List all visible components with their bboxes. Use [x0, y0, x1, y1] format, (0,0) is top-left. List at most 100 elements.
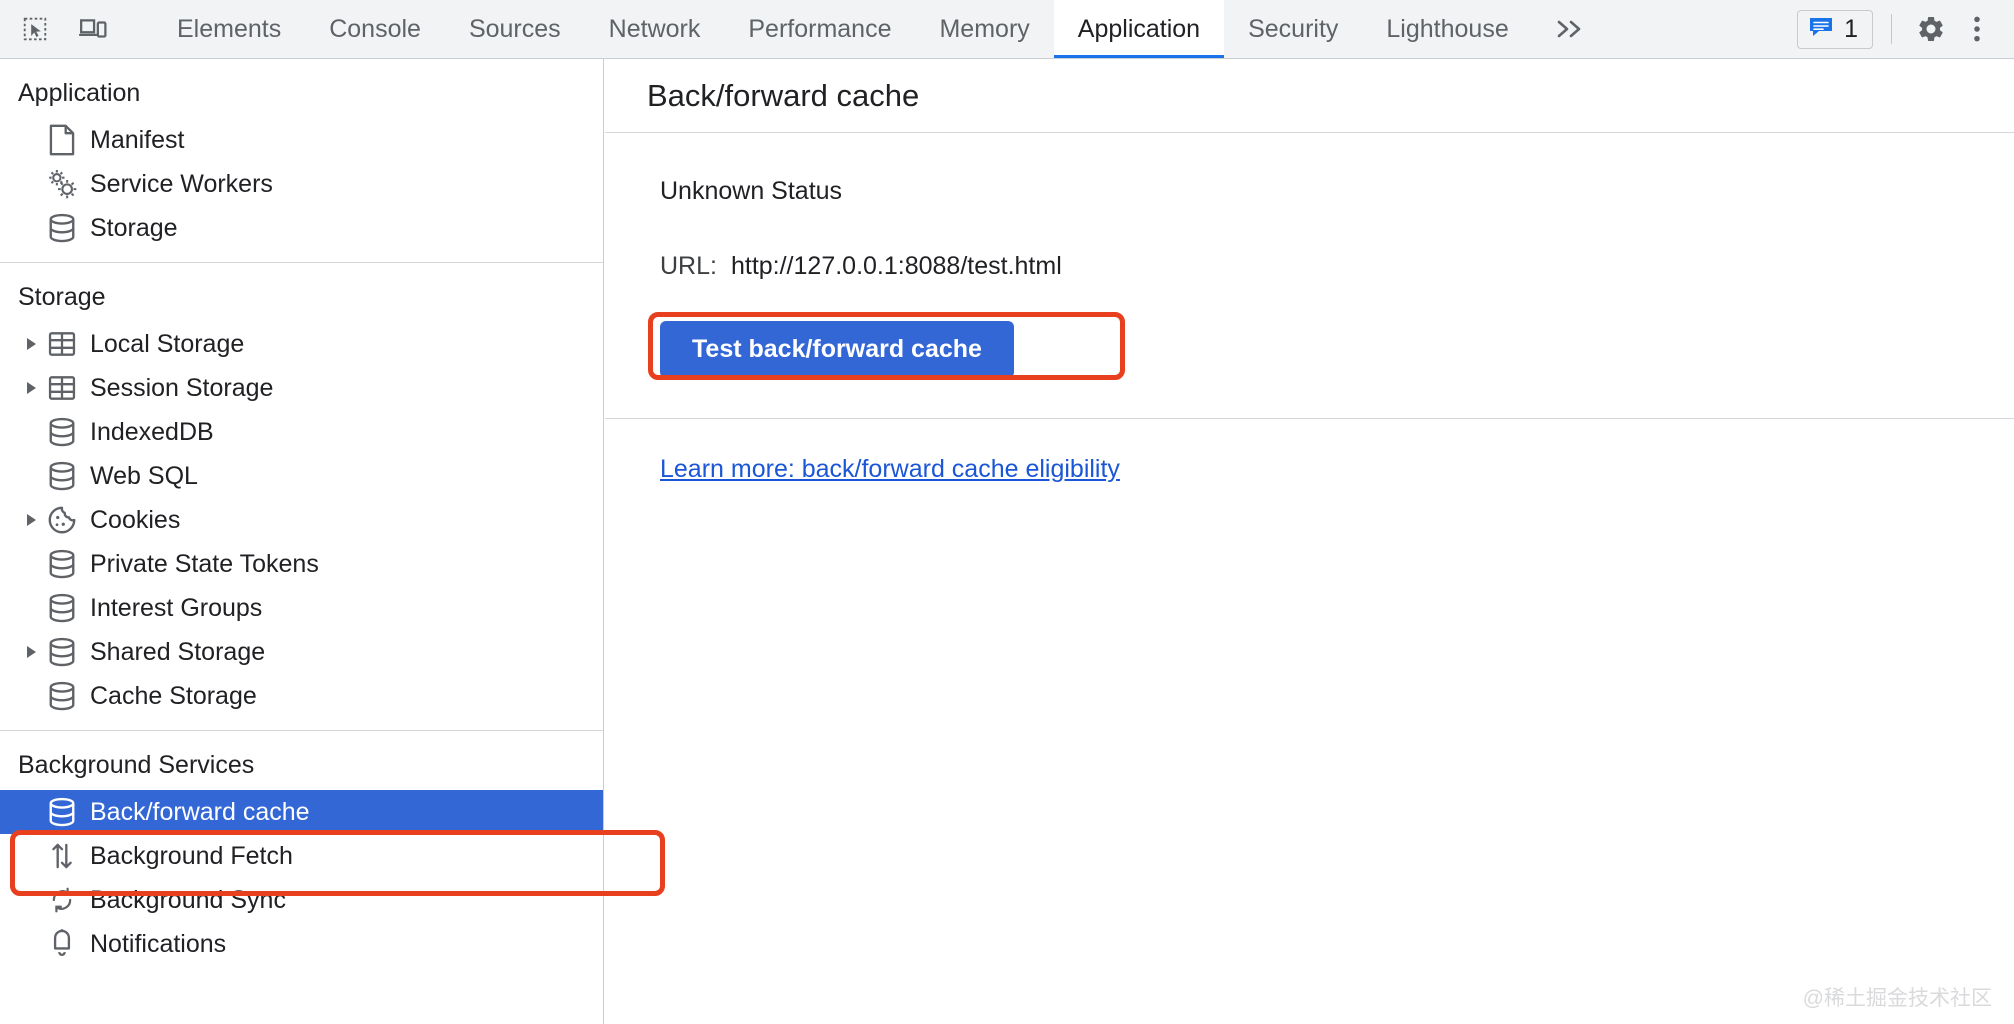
- panel-tab-bar: Elements Console Sources Network Perform…: [153, 0, 1611, 58]
- sidebar-group-application: Application Manifest Service Workers Sto…: [0, 59, 603, 263]
- sidebar-item-manifest[interactable]: Manifest: [0, 118, 603, 162]
- tab-elements[interactable]: Elements: [153, 0, 305, 58]
- device-toolbar-icon[interactable]: [72, 8, 114, 50]
- sidebar-item-back-forward-cache[interactable]: Back/forward cache: [0, 790, 603, 834]
- inspect-element-icon[interactable]: [14, 8, 56, 50]
- expand-arrow-icon[interactable]: [18, 382, 44, 394]
- table-icon: [44, 374, 80, 402]
- sidebar-item-label: Notifications: [90, 929, 227, 958]
- panel-body: Unknown Status URL: http://127.0.0.1:808…: [605, 133, 2014, 484]
- page-title: Back/forward cache: [605, 59, 2014, 133]
- sidebar-item-label: Service Workers: [90, 169, 273, 198]
- cookie-icon: [44, 505, 80, 535]
- sidebar-item-label: Background Sync: [90, 885, 286, 914]
- tab-label: Network: [608, 14, 701, 43]
- sidebar-item-local-storage[interactable]: Local Storage: [0, 322, 603, 366]
- database-icon: [44, 797, 80, 827]
- expand-arrow-icon[interactable]: [18, 338, 44, 350]
- expand-arrow-icon[interactable]: [18, 514, 44, 526]
- sidebar-item-shared-storage[interactable]: Shared Storage: [0, 630, 603, 674]
- sidebar-item-label: Manifest: [90, 125, 185, 154]
- sidebar-item-session-storage[interactable]: Session Storage: [0, 366, 603, 410]
- tab-label: Application: [1077, 14, 1201, 43]
- sidebar-group-background-services: Background Services Back/forward cache B…: [0, 731, 603, 978]
- message-icon: [1808, 16, 1834, 43]
- sidebar-item-label: Shared Storage: [90, 637, 266, 666]
- devtools-window: Elements Console Sources Network Perform…: [0, 0, 2014, 1024]
- database-icon: [44, 213, 80, 243]
- sidebar-item-service-workers[interactable]: Service Workers: [0, 162, 603, 206]
- kebab-menu-icon[interactable]: [1956, 8, 1998, 50]
- sidebar-group-title: Storage: [18, 283, 106, 311]
- test-back-forward-cache-button[interactable]: Test back/forward cache: [660, 321, 1014, 378]
- tab-sources[interactable]: Sources: [445, 0, 585, 58]
- back-forward-cache-panel: Back/forward cache Unknown Status URL: h…: [605, 59, 2014, 1024]
- url-label: URL:: [660, 252, 717, 280]
- section-divider: [605, 418, 2014, 419]
- url-value: http://127.0.0.1:8088/test.html: [730, 252, 1062, 280]
- message-count: 1: [1844, 14, 1858, 43]
- tab-label: Lighthouse: [1386, 14, 1509, 43]
- sidebar-item-label: Cache Storage: [90, 681, 257, 710]
- gear-icon[interactable]: [1910, 8, 1952, 50]
- application-sidebar: Application Manifest Service Workers Sto…: [0, 59, 604, 1024]
- learn-more-link[interactable]: Learn more: back/forward cache eligibili…: [660, 455, 1120, 484]
- sidebar-item-background-sync[interactable]: Background Sync: [0, 878, 603, 922]
- sidebar-item-storage[interactable]: Storage: [0, 206, 603, 250]
- message-count-badge[interactable]: 1: [1797, 9, 1873, 49]
- toolbar-left-icons: [0, 0, 153, 58]
- tab-console[interactable]: Console: [305, 0, 445, 58]
- database-icon: [44, 681, 80, 711]
- database-icon: [44, 637, 80, 667]
- sidebar-item-notifications[interactable]: Notifications: [0, 922, 603, 966]
- tab-performance[interactable]: Performance: [724, 0, 915, 58]
- sidebar-item-label: Local Storage: [90, 329, 245, 358]
- test-button-row: Test back/forward cache: [660, 321, 2014, 378]
- tab-memory[interactable]: Memory: [915, 0, 1053, 58]
- tab-application[interactable]: Application: [1053, 0, 1225, 58]
- sidebar-item-label: Storage: [90, 213, 178, 242]
- bell-icon: [44, 928, 80, 960]
- tab-lighthouse[interactable]: Lighthouse: [1362, 0, 1532, 58]
- sidebar-item-indexeddb[interactable]: IndexedDB: [0, 410, 603, 454]
- toolbar-right-icons: 1: [1797, 0, 2014, 58]
- sidebar-group-storage: Storage Local Storage Session Storage In…: [0, 263, 603, 731]
- arrows-up-down-icon: [44, 840, 80, 872]
- database-icon: [44, 549, 80, 579]
- watermark: @稀土掘金技术社区: [1802, 987, 1992, 1010]
- sidebar-item-web-sql[interactable]: Web SQL: [0, 454, 603, 498]
- url-row: URL: http://127.0.0.1:8088/test.html: [660, 252, 2014, 281]
- database-icon: [44, 461, 80, 491]
- tab-label: Memory: [939, 14, 1030, 43]
- tab-label: Security: [1248, 14, 1339, 43]
- sidebar-item-background-fetch[interactable]: Background Fetch: [0, 834, 603, 878]
- sidebar-item-private-state-tokens[interactable]: Private State Tokens: [0, 542, 603, 586]
- status-text: Unknown Status: [660, 177, 843, 205]
- sidebar-group-title: Background Services: [18, 751, 255, 779]
- gears-icon: [44, 168, 80, 200]
- sidebar-item-cookies[interactable]: Cookies: [0, 498, 603, 542]
- tab-security[interactable]: Security: [1224, 0, 1362, 58]
- sidebar-item-label: IndexedDB: [90, 417, 214, 446]
- chevron-double-right-icon[interactable]: [1533, 0, 1611, 58]
- sidebar-item-label: Web SQL: [90, 461, 198, 490]
- tab-network[interactable]: Network: [585, 0, 725, 58]
- sidebar-item-label: Cookies: [90, 505, 181, 534]
- sidebar-item-label: Private State Tokens: [90, 549, 319, 578]
- document-icon: [44, 124, 80, 156]
- tab-label: Performance: [748, 14, 892, 43]
- sidebar-item-label: Interest Groups: [90, 593, 263, 622]
- sidebar-item-label: Session Storage: [90, 373, 274, 402]
- sidebar-item-interest-groups[interactable]: Interest Groups: [0, 586, 603, 630]
- tab-label: Elements: [177, 14, 282, 43]
- database-icon: [44, 593, 80, 623]
- sidebar-item-cache-storage[interactable]: Cache Storage: [0, 674, 603, 718]
- sync-icon: [44, 885, 80, 915]
- sidebar-item-label: Background Fetch: [90, 841, 293, 870]
- devtools-toolbar: Elements Console Sources Network Perform…: [0, 0, 2014, 59]
- sidebar-group-title: Application: [18, 79, 141, 107]
- table-icon: [44, 330, 80, 358]
- expand-arrow-icon[interactable]: [18, 646, 44, 658]
- sidebar-item-label: Back/forward cache: [90, 797, 310, 826]
- toolbar-right-divider: [1891, 14, 1892, 44]
